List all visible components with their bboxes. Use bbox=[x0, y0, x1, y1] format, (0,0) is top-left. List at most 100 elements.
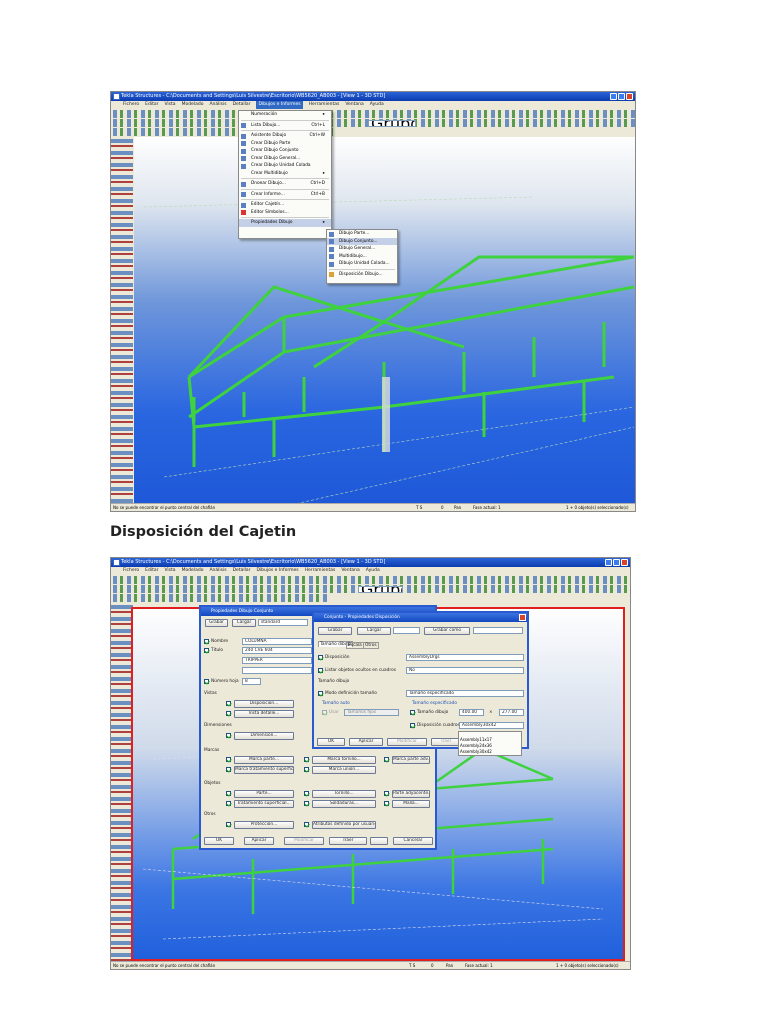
maximize-button[interactable] bbox=[613, 559, 620, 566]
checkbox[interactable] bbox=[384, 791, 389, 796]
name-checkbox[interactable] bbox=[204, 639, 209, 644]
menu-item-lista-dibujo[interactable]: Lista Dibujo... Ctrl+L bbox=[239, 122, 331, 130]
checkbox[interactable] bbox=[304, 801, 309, 806]
menu-ventana[interactable]: Ventana bbox=[345, 101, 363, 109]
atributos-usuario-button[interactable]: Atributos definido por usuario... bbox=[312, 821, 376, 829]
maximize-button[interactable] bbox=[618, 93, 625, 100]
tratamiento-superficial-button[interactable]: Tratamiento superficial... bbox=[234, 800, 294, 808]
close-button[interactable] bbox=[626, 93, 633, 100]
save-button[interactable]: Grabar bbox=[318, 627, 352, 635]
menu-herramientas[interactable]: Herramientas bbox=[309, 101, 340, 109]
draw-size-checkbox[interactable] bbox=[410, 710, 415, 715]
checkbox[interactable] bbox=[226, 791, 231, 796]
menu-item-crear-conjunto[interactable]: Crear Dibujo Conjunto bbox=[239, 147, 331, 155]
menu-detallar[interactable]: Detallar bbox=[233, 567, 251, 575]
minimize-button[interactable] bbox=[605, 559, 612, 566]
left-toolbar[interactable] bbox=[111, 603, 133, 961]
menu-analisis[interactable]: Análisis bbox=[209, 567, 226, 575]
ok-button[interactable]: OK bbox=[204, 837, 234, 845]
checkbox[interactable] bbox=[304, 822, 309, 827]
menu-item-abrir-dibujo[interactable]: Dnoear Dibujo... Ctrl+D bbox=[239, 180, 331, 188]
close-button[interactable] bbox=[621, 559, 628, 566]
save-as-input[interactable] bbox=[473, 627, 523, 634]
get-button[interactable]: Traer bbox=[329, 837, 367, 845]
marca-parte-adv-button[interactable]: Marca parte adv... bbox=[392, 756, 430, 764]
menu-dibujos[interactable]: Dibujos e Informes bbox=[256, 101, 303, 109]
checkbox[interactable] bbox=[226, 822, 231, 827]
disposicion-button[interactable]: Disposición... bbox=[234, 700, 294, 708]
menu-dibujos[interactable]: Dibujos e Informes bbox=[256, 567, 298, 575]
menu-item-asistente[interactable]: Asistente Dibujo Ctrl+W bbox=[239, 132, 331, 140]
3d-viewport[interactable] bbox=[134, 137, 635, 511]
marca-tornillo-button[interactable]: Marca tornillo... bbox=[312, 756, 376, 764]
save-as-button[interactable]: Grabar como bbox=[424, 627, 470, 635]
checkbox[interactable] bbox=[226, 767, 231, 772]
menu-ayuda[interactable]: Ayuda bbox=[370, 101, 384, 109]
height-input[interactable]: 277.00 bbox=[499, 709, 524, 716]
left-toolbar[interactable] bbox=[111, 137, 133, 505]
load-select[interactable]: standard bbox=[258, 619, 308, 626]
menu-herramientas[interactable]: Herramientas bbox=[305, 567, 336, 575]
malla-button[interactable]: Malla... bbox=[392, 800, 430, 808]
menu-modelado[interactable]: Modelado bbox=[182, 567, 204, 575]
apply-button[interactable]: Aplicar bbox=[244, 837, 274, 845]
fixed-sizes-select[interactable]: Tamaños fijos bbox=[344, 709, 399, 716]
parte-button[interactable]: Parte... bbox=[234, 790, 294, 798]
checkbox[interactable] bbox=[304, 757, 309, 762]
layout-select[interactable]: AssemblyDrgs bbox=[406, 654, 524, 661]
group-combo[interactable]: Grupo Por Defecto bbox=[368, 120, 416, 127]
menu-ventana[interactable]: Ventana bbox=[341, 567, 359, 575]
menu-item-multidibujo[interactable]: Crear Multidibujo ▸ bbox=[239, 170, 331, 178]
vista-detalle-button[interactable]: Vista detalle... bbox=[234, 710, 294, 718]
marca-tratamiento-button[interactable]: Marca tratamiento superficial... bbox=[234, 766, 294, 774]
checkbox[interactable] bbox=[384, 757, 389, 762]
tab-otros[interactable]: Otros bbox=[363, 642, 379, 649]
toolbar-1[interactable] bbox=[111, 576, 630, 584]
save-button[interactable]: Grabar bbox=[205, 619, 228, 627]
menu-ayuda[interactable]: Ayuda bbox=[366, 567, 380, 575]
menu-item-crear-unidad[interactable]: Crear Dibujo Unidad Colada bbox=[239, 162, 331, 170]
menu-item-crear-parte[interactable]: Crear Dibujo Parte bbox=[239, 140, 331, 148]
parte-adyacente-button[interactable]: Parte adyacente... bbox=[392, 790, 430, 798]
menu-item-editor-simbolos[interactable]: Editor Símbolos... bbox=[239, 209, 331, 217]
list-hidden-checkbox[interactable] bbox=[318, 668, 323, 673]
cancel-button[interactable]: Cancelar bbox=[393, 837, 433, 845]
title-input-1[interactable]: 240 CVE 604 bbox=[242, 647, 312, 654]
submenu-dibujo-general[interactable]: Dibujo General... bbox=[327, 245, 397, 253]
toggle-checkboxes-button[interactable] bbox=[370, 837, 388, 845]
modify-button[interactable]: Modificar bbox=[284, 837, 324, 845]
checkbox[interactable] bbox=[226, 801, 231, 806]
width-input[interactable]: 400.00 bbox=[459, 709, 484, 716]
toolbar-1[interactable] bbox=[111, 110, 635, 118]
checkbox[interactable] bbox=[226, 701, 231, 706]
mode-checkbox[interactable] bbox=[318, 691, 323, 696]
menu-item-crear-general[interactable]: Crear Dibujo General... bbox=[239, 155, 331, 163]
menu-editar[interactable]: Editar bbox=[145, 567, 158, 575]
sheet-input[interactable]: 8 bbox=[242, 678, 261, 685]
toolbar-3[interactable] bbox=[111, 594, 330, 602]
title-input-2[interactable]: TRIPPER bbox=[242, 657, 312, 664]
menu-vista[interactable]: Vista bbox=[164, 101, 175, 109]
submenu-unidad-colada[interactable]: Dibujo Unidad Colada... bbox=[327, 260, 397, 268]
checkbox[interactable] bbox=[226, 733, 231, 738]
load-button[interactable]: Cargar bbox=[357, 627, 391, 635]
sheet-checkbox[interactable] bbox=[204, 679, 209, 684]
checkbox[interactable] bbox=[304, 791, 309, 796]
close-icon[interactable] bbox=[519, 614, 526, 621]
submenu-dibujo-parte[interactable]: Dibujo Parte... bbox=[327, 230, 397, 238]
proteccion-button[interactable]: Protección... bbox=[234, 821, 294, 829]
submenu-dibujo-conjunto[interactable]: Dibujo Conjunto... bbox=[327, 237, 397, 245]
submenu-disposicion[interactable]: Disposición Dibujo... bbox=[327, 271, 397, 279]
marca-parte-button[interactable]: Marca parte... bbox=[234, 756, 294, 764]
menu-item-numeracion[interactable]: Numeración ▸ bbox=[239, 111, 331, 119]
menu-item-editor-cajetin[interactable]: Editor Cajetín... bbox=[239, 201, 331, 209]
checkbox[interactable] bbox=[304, 767, 309, 772]
menu-editar[interactable]: Editar bbox=[145, 101, 158, 109]
mode-select[interactable]: Tamaño especificado bbox=[406, 690, 524, 697]
menu-analisis[interactable]: Análisis bbox=[209, 101, 226, 109]
layout-checkbox[interactable] bbox=[318, 655, 323, 660]
minimize-button[interactable] bbox=[610, 93, 617, 100]
checkbox[interactable] bbox=[226, 757, 231, 762]
menu-vista[interactable]: Vista bbox=[164, 567, 175, 575]
group-combo[interactable]: Grupo Por Defecto bbox=[358, 586, 403, 593]
